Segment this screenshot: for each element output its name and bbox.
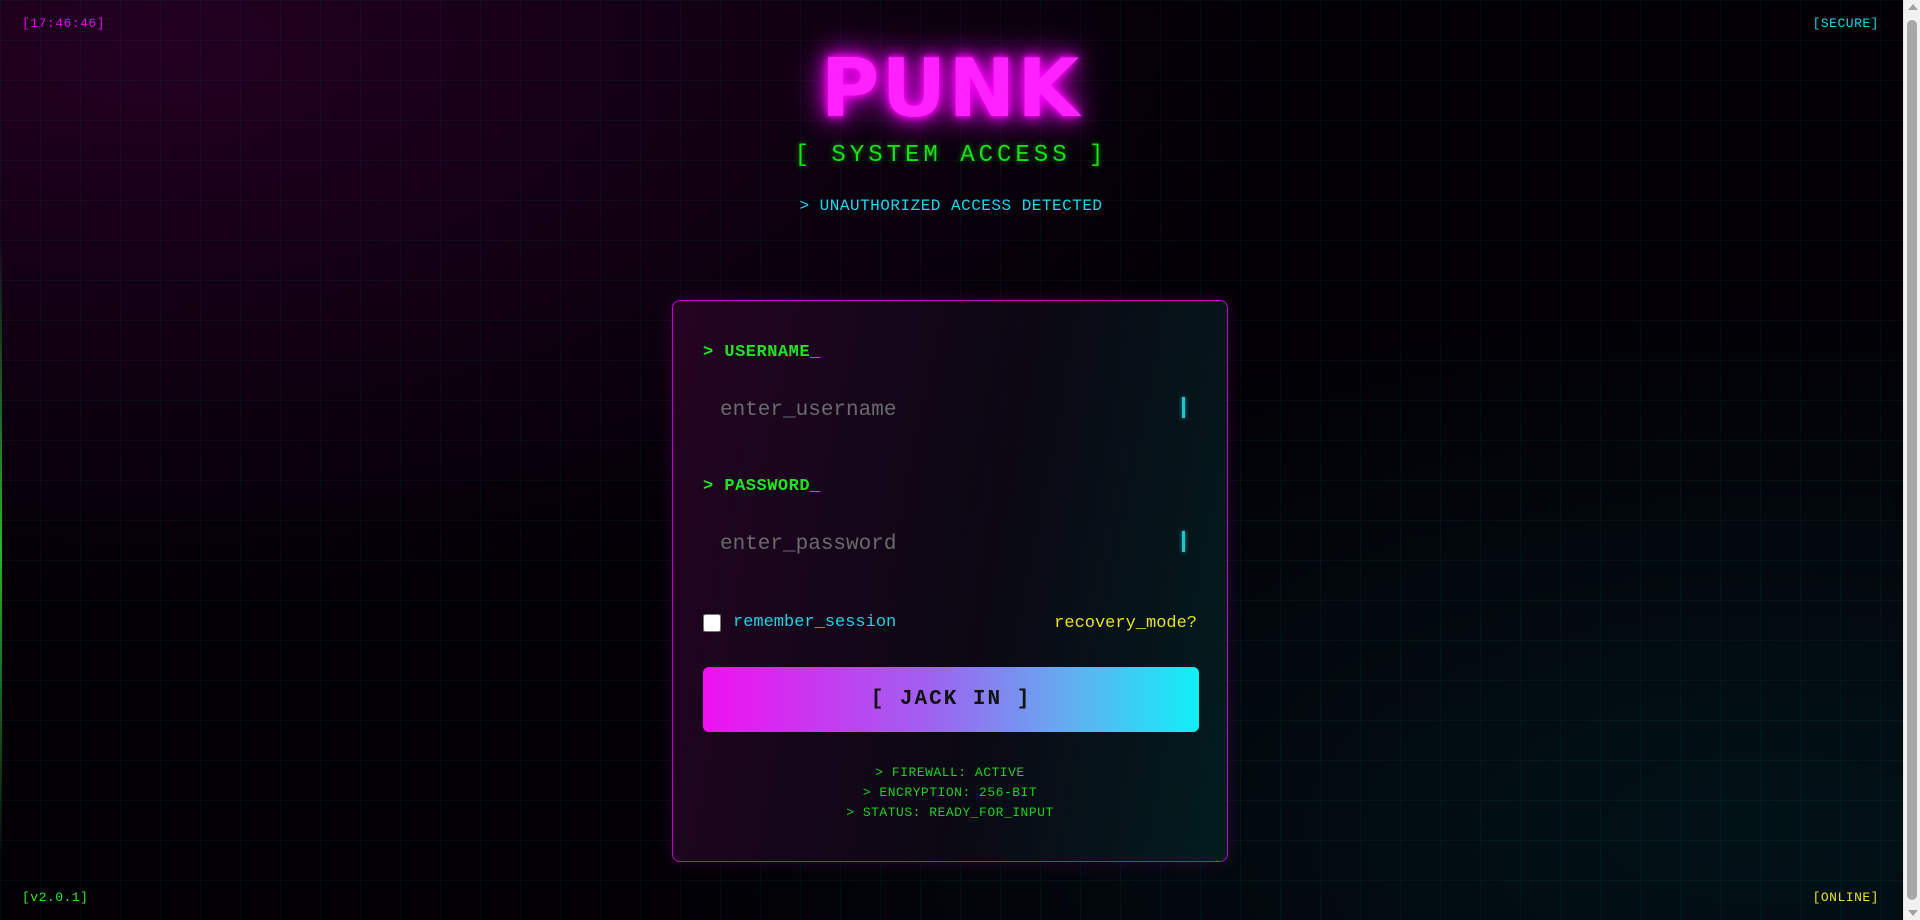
password-input[interactable] [703, 519, 1199, 569]
security-indicator: [SECURE] [1812, 16, 1879, 31]
version-label: [v2.0.1] [22, 890, 89, 905]
edge-glow [0, 240, 2, 860]
login-panel: > USERNAME_ > PASSWORD_ remember_session… [672, 300, 1228, 862]
input-status: > STATUS: READY_FOR_INPUT [846, 805, 1054, 820]
scroll-down-arrow-icon[interactable] [1908, 910, 1918, 916]
login-screen: [17:46:46] [SECURE] [v2.0.1] [ONLINE] PU… [0, 0, 1920, 920]
jack-in-button[interactable]: [ JACK IN ] [703, 667, 1199, 732]
username-field-wrapper [703, 385, 1199, 435]
system-status-list: > FIREWALL: ACTIVE > ENCRYPTION: 256-BIT… [673, 763, 1227, 823]
alert-message: > UNAUTHORIZED ACCESS DETECTED [799, 197, 1103, 215]
scroll-up-arrow-icon[interactable] [1908, 4, 1918, 10]
scrollbar-thumb[interactable] [1907, 20, 1917, 900]
recovery-mode-link[interactable]: recovery_mode? [1054, 614, 1197, 633]
remember-session-row: remember_session [703, 613, 896, 632]
encryption-status: > ENCRYPTION: 256-BIT [862, 785, 1038, 800]
vertical-scrollbar[interactable] [1903, 0, 1920, 920]
password-label: > PASSWORD_ [703, 477, 821, 496]
cursor-caret-icon [1182, 531, 1185, 552]
clock-readout: [17:46:46] [22, 16, 106, 31]
username-input[interactable] [703, 385, 1199, 435]
username-label: > USERNAME_ [703, 343, 821, 362]
remember-session-checkbox[interactable] [703, 613, 721, 632]
remember-session-label[interactable]: remember_session [733, 613, 896, 632]
connection-indicator: [ONLINE] [1812, 890, 1879, 905]
page-subtitle: [ SYSTEM ACCESS ] [794, 142, 1108, 169]
punk-logo: PUNK [820, 42, 1082, 135]
cursor-caret-icon [1182, 397, 1185, 418]
password-field-wrapper [703, 519, 1199, 569]
firewall-status: > FIREWALL: ACTIVE [875, 765, 1025, 780]
